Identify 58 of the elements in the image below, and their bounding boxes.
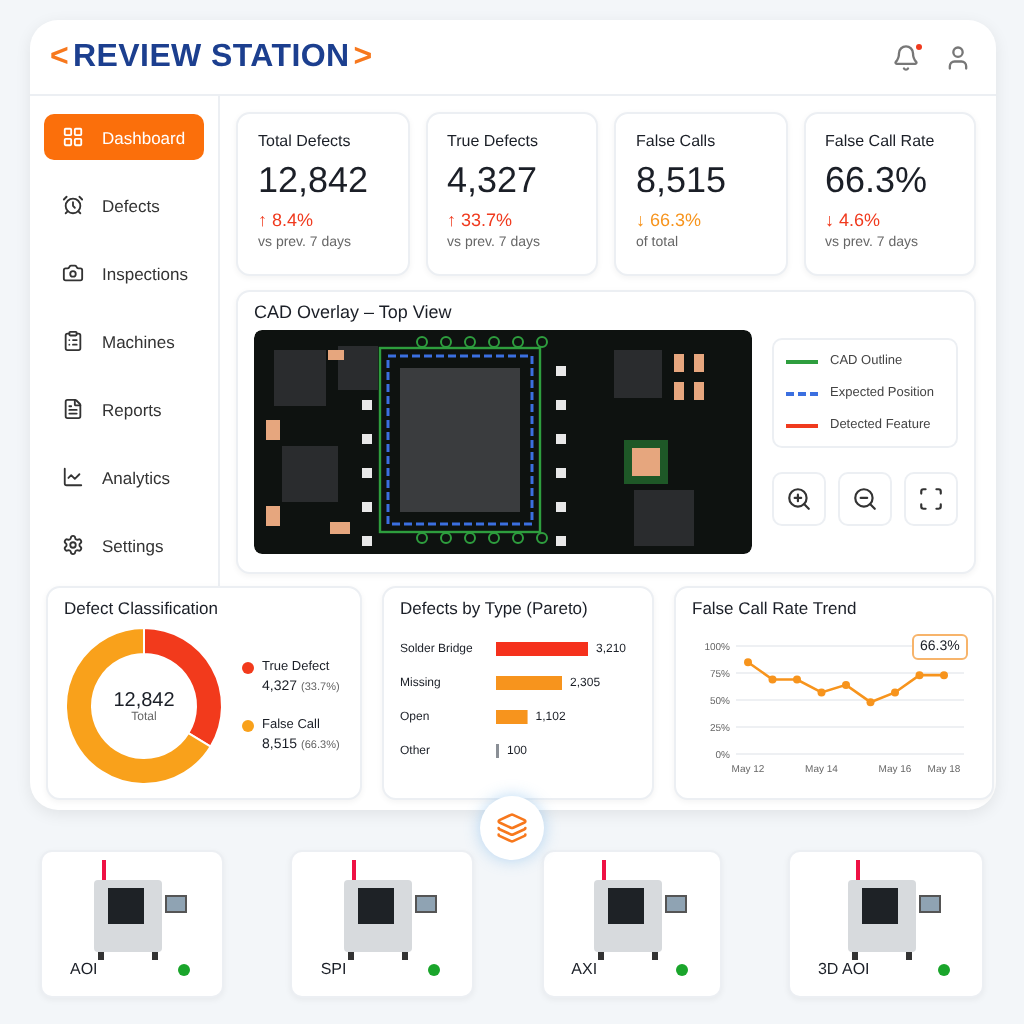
kpi-change: ↑ 33.7% xyxy=(447,210,515,230)
data-point xyxy=(891,688,899,697)
data-point xyxy=(915,671,924,680)
sidebar-item[interactable]: Inspections xyxy=(44,250,204,296)
data-point xyxy=(940,671,948,680)
machine-card[interactable]: 3D AOI xyxy=(787,850,984,998)
card-title: CAD Overlay – Top View xyxy=(254,302,454,322)
machine-card[interactable]: SPI xyxy=(290,850,475,998)
sidebar-item[interactable]: Settings xyxy=(44,522,204,568)
sidebar-item[interactable]: Defects xyxy=(44,182,204,228)
app-logo: <REVIEW STATION> xyxy=(50,39,373,75)
data-point xyxy=(768,675,777,684)
kpi-value: 8,515 xyxy=(636,160,729,202)
machine-name: AOI xyxy=(70,960,98,978)
fullscreen-icon xyxy=(918,486,944,512)
data-point xyxy=(866,698,875,707)
layers-icon xyxy=(496,812,528,844)
settings-icon xyxy=(62,534,84,556)
kpi-change: ↓ 4.6% xyxy=(825,210,883,230)
card-title: False Call Rate Trend xyxy=(692,598,859,618)
line-chart-icon xyxy=(62,466,84,488)
zoom-in-icon xyxy=(786,486,812,512)
machine-name: SPI xyxy=(320,960,347,978)
sidebar-item[interactable]: Reports xyxy=(44,386,204,432)
data-point xyxy=(842,680,850,689)
alarm-clock-icon xyxy=(62,194,84,216)
camera-icon xyxy=(62,262,84,284)
kpi-value: 66.3% xyxy=(825,160,930,202)
zoom-out-icon xyxy=(852,486,878,512)
kpi-change: ↓ 66.3% xyxy=(636,210,704,230)
clipboard-icon xyxy=(62,330,84,352)
data-point xyxy=(793,675,801,684)
document-icon xyxy=(62,398,84,420)
zoom-out-button[interactable] xyxy=(838,472,892,526)
machine-name: AXI xyxy=(571,960,598,978)
fullscreen-button[interactable] xyxy=(904,472,958,526)
kpi-title: False Calls xyxy=(636,132,718,150)
kpi-title: True Defects xyxy=(447,132,540,150)
kpi-change: ↑ 8.4% xyxy=(258,210,316,230)
user-icon[interactable] xyxy=(944,43,972,71)
kpi-title: Total Defects xyxy=(258,132,353,150)
machine-card[interactable]: AXI xyxy=(541,850,722,998)
kpi-title: False Call Rate xyxy=(825,132,937,150)
machine-name: 3D AOI xyxy=(817,960,870,978)
data-point xyxy=(744,658,752,667)
card-title: Defects by Type (Pareto) xyxy=(400,598,590,618)
donut-total-value: 12,842 xyxy=(113,689,175,711)
machine-card[interactable]: AOI xyxy=(40,850,224,998)
kpi-value: 12,842 xyxy=(258,160,371,202)
zoom-in-button[interactable] xyxy=(772,472,826,526)
notification-bell-icon[interactable] xyxy=(892,43,920,71)
kpi-value: 4,327 xyxy=(447,160,540,202)
grid-icon xyxy=(62,126,84,148)
card-title: Defect Classification xyxy=(64,598,221,618)
sidebar-item[interactable]: Analytics xyxy=(44,454,204,500)
sidebar-item[interactable]: Machines xyxy=(44,318,204,364)
data-point xyxy=(817,688,826,697)
hub-button[interactable] xyxy=(480,796,544,860)
